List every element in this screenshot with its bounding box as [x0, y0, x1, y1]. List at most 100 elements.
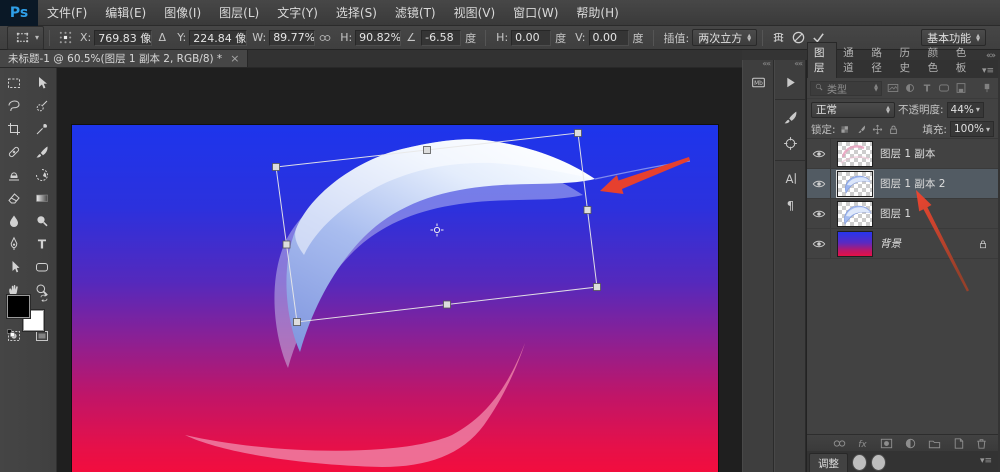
rotate-input[interactable]: -6.58	[421, 30, 461, 46]
layer-thumbnail[interactable]	[837, 201, 873, 227]
layer-visibility-toggle[interactable]	[807, 199, 831, 228]
transform-tool-preset[interactable]: ▾	[7, 26, 44, 50]
tool-quick-selection[interactable]	[29, 95, 55, 117]
menu-file[interactable]: 文件(F)	[38, 0, 96, 25]
expand-panels-icon[interactable]: ««	[775, 60, 805, 69]
menu-view[interactable]: 视图(V)	[445, 0, 505, 25]
tab-颜色[interactable]: 颜色	[922, 43, 950, 78]
tab-色板[interactable]: 色板	[950, 43, 978, 78]
layer-row-图层 1 副本 2[interactable]: 图层 1 副本 2	[807, 169, 998, 199]
layer-row-图层 1[interactable]: 图层 1	[807, 199, 998, 229]
filter-adjustment-filter[interactable]	[901, 80, 918, 96]
fill-value[interactable]: 100%▾	[950, 121, 994, 137]
tab-adjustments[interactable]: 调整	[809, 453, 848, 472]
lock-all-button[interactable]	[887, 122, 901, 136]
tool-eyedropper[interactable]	[29, 118, 55, 140]
tool-dodge[interactable]	[29, 210, 55, 232]
new-adjustment-button[interactable]	[902, 436, 918, 451]
opacity-value[interactable]: 44%▾	[947, 102, 984, 118]
new-layer-button[interactable]	[950, 436, 966, 451]
filter-smart-filter[interactable]	[952, 80, 969, 96]
panel-menu-icon[interactable]: ▾≡	[978, 66, 998, 78]
h-skew-input[interactable]: 0.00	[511, 30, 551, 46]
layer-thumbnail[interactable]	[837, 231, 873, 257]
panel-button-actions-panel[interactable]	[776, 69, 804, 95]
menu-type[interactable]: 文字(Y)	[268, 0, 327, 25]
default-colors-icon[interactable]	[6, 326, 18, 338]
tool-history-brush[interactable]	[29, 164, 55, 186]
tool-lasso[interactable]	[1, 95, 27, 117]
tool-eraser[interactable]	[1, 187, 27, 209]
width-input[interactable]: 89.77%	[269, 30, 315, 46]
tool-pen[interactable]	[1, 233, 27, 255]
tool-type[interactable]: T	[29, 233, 55, 255]
delete-layer-button[interactable]	[974, 436, 990, 451]
tool-blur[interactable]	[1, 210, 27, 232]
menu-select[interactable]: 选择(S)	[327, 0, 386, 25]
add-mask-button[interactable]	[879, 436, 895, 451]
link-dimensions-icon[interactable]	[315, 28, 335, 48]
tool-rounded-rectangle[interactable]	[29, 256, 55, 278]
filter-type-filter[interactable]: T	[918, 80, 935, 96]
dock-collapse-icon[interactable]: «»	[986, 51, 995, 61]
y-input[interactable]: 224.84 像素	[189, 30, 247, 46]
filter-shape-filter[interactable]	[935, 80, 952, 96]
tool-rectangular-marquee[interactable]	[1, 72, 27, 94]
expand-panels-icon[interactable]: ««	[743, 60, 773, 69]
layer-visibility-toggle[interactable]	[807, 169, 831, 198]
reference-point-locator[interactable]	[55, 28, 75, 48]
layer-visibility-toggle[interactable]	[807, 139, 831, 168]
tab-路径[interactable]: 路径	[865, 43, 893, 78]
layer-thumbnail[interactable]	[837, 171, 873, 197]
panel-button-clone-source[interactable]	[776, 130, 804, 156]
height-input[interactable]: 90.82%	[355, 30, 401, 46]
tool-move[interactable]	[29, 72, 55, 94]
layer-filter-select[interactable]: 类型 ▲▼	[810, 81, 882, 96]
tab-历史[interactable]: 历史	[893, 43, 921, 78]
tab-图层[interactable]: 图层	[807, 42, 837, 78]
menu-edit[interactable]: 编辑(E)	[96, 0, 155, 25]
layer-thumbnail[interactable]	[837, 141, 873, 167]
filter-toggle-icon[interactable]	[978, 80, 995, 96]
panel-button-paragraph-panel[interactable]: ¶	[776, 191, 804, 217]
blend-mode-select[interactable]: 正常 ▲▼	[811, 102, 895, 118]
adjustment-preset-icon[interactable]	[871, 454, 886, 471]
layer-style-fx-button[interactable]: fx	[855, 436, 871, 451]
layer-row-背景[interactable]: 背景	[807, 229, 998, 259]
lock-transparent-button[interactable]	[839, 122, 853, 136]
tool-clone-stamp[interactable]	[1, 164, 27, 186]
panel-menu-icon[interactable]: ▾≡	[980, 456, 992, 466]
tool-crop[interactable]	[1, 118, 27, 140]
panel-button-mini-bridge[interactable]: Mb	[744, 69, 772, 95]
panel-button-character-panel[interactable]: A	[776, 165, 804, 191]
filter-pixel-filter[interactable]	[884, 80, 901, 96]
lock-position-button[interactable]	[871, 122, 885, 136]
menu-help[interactable]: 帮助(H)	[567, 0, 627, 25]
cancel-transform-button[interactable]	[788, 28, 808, 48]
document-tab[interactable]: 未标题-1 @ 60.5%(图层 1 副本 2, RGB/8) * ×	[0, 50, 248, 67]
switch-colors-icon[interactable]	[38, 292, 50, 304]
menu-filter[interactable]: 滤镜(T)	[386, 0, 445, 25]
layer-visibility-toggle[interactable]	[807, 229, 831, 258]
canvas[interactable]	[72, 125, 718, 472]
x-input[interactable]: 769.83 像素	[94, 30, 152, 46]
tool-spot-healing[interactable]	[1, 141, 27, 163]
menu-window[interactable]: 窗口(W)	[504, 0, 567, 25]
lock-image-button[interactable]	[855, 122, 869, 136]
warp-mode-toggle[interactable]	[768, 28, 788, 48]
relative-position-icon[interactable]: Δ	[152, 28, 172, 48]
interpolation-select[interactable]: 两次立方▲▼	[692, 29, 757, 46]
tool-gradient[interactable]	[29, 187, 55, 209]
v-skew-input[interactable]: 0.00	[589, 30, 629, 46]
new-group-button[interactable]	[926, 436, 942, 451]
layer-row-图层 1 副本[interactable]: 图层 1 副本	[807, 139, 998, 169]
adjustment-preset-icon[interactable]	[852, 454, 867, 471]
tab-close-icon[interactable]: ×	[230, 52, 239, 65]
tool-brush[interactable]	[29, 141, 55, 163]
tool-path-selection[interactable]	[1, 256, 27, 278]
foreground-color-swatch[interactable]	[7, 295, 30, 318]
panel-button-brush-panel[interactable]	[776, 104, 804, 130]
link-layers-button[interactable]	[831, 436, 847, 451]
menu-layer[interactable]: 图层(L)	[210, 0, 268, 25]
tab-通道[interactable]: 通道	[837, 43, 865, 78]
